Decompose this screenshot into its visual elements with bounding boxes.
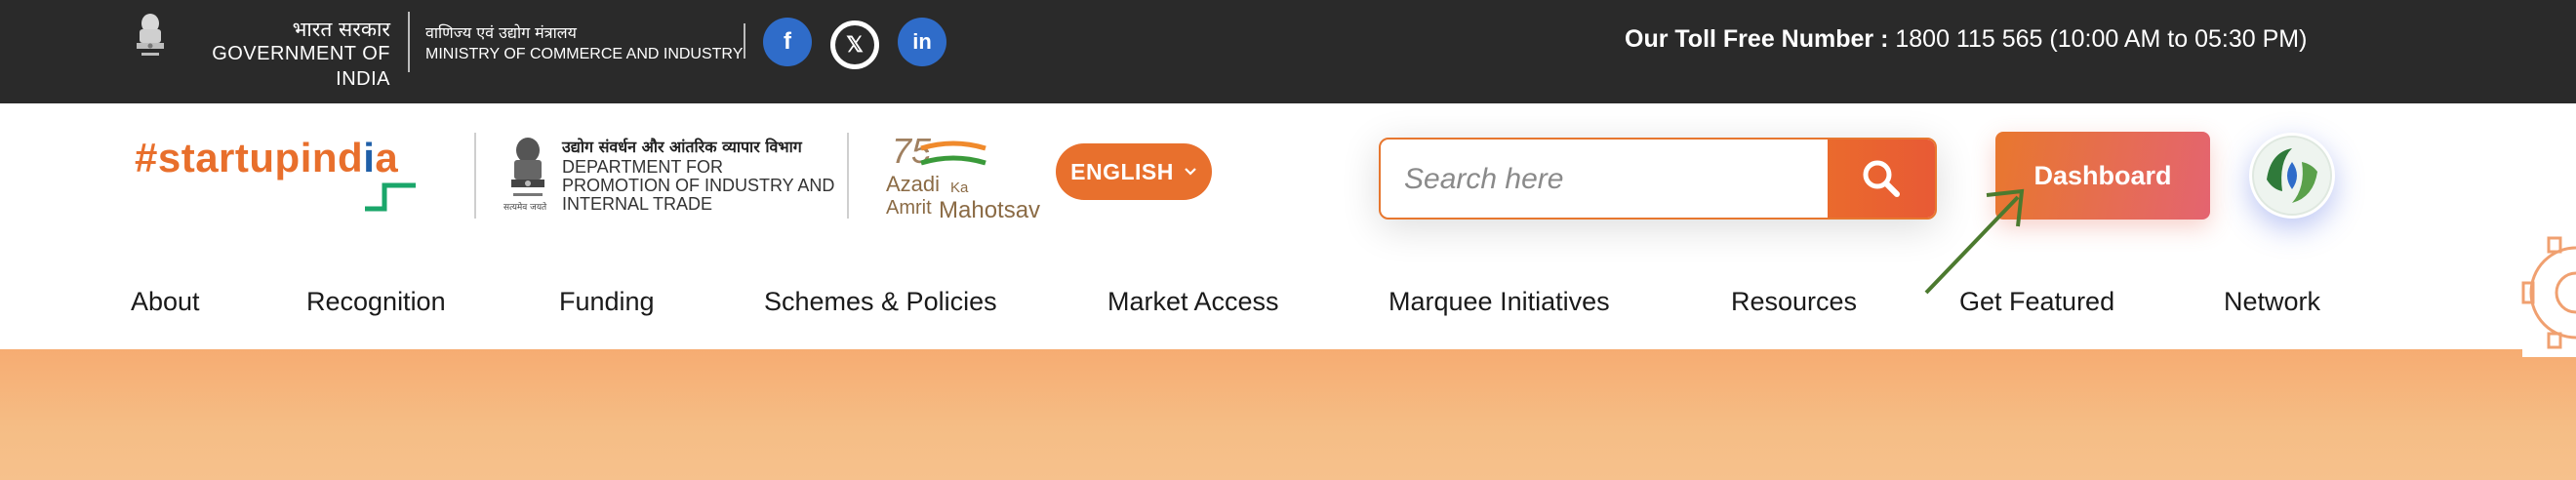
dpiit-label: उद्योग संवर्धन और आंतरिक व्यापार विभाग D… (562, 137, 855, 214)
chevron-down-icon (1185, 168, 1196, 176)
linkedin-glyph: in (912, 29, 932, 54)
user-avatar[interactable] (2249, 133, 2335, 219)
nav-get-featured[interactable]: Get Featured (1959, 287, 2114, 317)
nav-schemes-policies[interactable]: Schemes & Policies (764, 287, 997, 317)
toll-free-label: Our Toll Free Number : (1625, 25, 1889, 53)
gov-english: GOVERNMENT OF INDIA (212, 43, 390, 90)
logo-i: i (363, 135, 376, 180)
dept-line-2: PROMOTION OF INDUSTRY AND (562, 176, 835, 195)
nav-marquee-initiatives[interactable]: Marquee Initiatives (1389, 287, 1610, 317)
logo-stairs-icon (365, 182, 416, 212)
nav-recognition[interactable]: Recognition (306, 287, 446, 317)
dept-line-1: DEPARTMENT FOR (562, 157, 724, 177)
ministry-english: MINISTRY OF COMMERCE AND INDUSTRY (425, 46, 744, 62)
gov-of-india-label: भारत सरकार GOVERNMENT OF INDIA (174, 18, 390, 92)
nav-market-access[interactable]: Market Access (1107, 287, 1279, 317)
azadi-ka-amrit-mahotsav-logo: 75 Azadi Ka Amrit Mahotsav (880, 131, 1040, 224)
search-input[interactable] (1381, 140, 1847, 218)
divider (474, 133, 476, 219)
ministry-label: वाणिज्य एवं उद्योग मंत्रालय MINISTRY OF … (425, 23, 743, 66)
ministry-hindi: वाणिज्य एवं उद्योग मंत्रालय (425, 23, 577, 42)
search-bar (1379, 138, 1937, 220)
linkedin-icon[interactable]: in (898, 18, 946, 66)
dashboard-label: Dashboard (2033, 160, 2172, 190)
x-glyph: 𝕏 (835, 25, 874, 64)
facebook-icon[interactable]: f (763, 18, 812, 66)
nav-resources[interactable]: Resources (1731, 287, 1857, 317)
gov-hindi: भारत सरकार (292, 18, 390, 41)
facebook-glyph: f (784, 28, 791, 55)
hero-edge (2522, 349, 2576, 357)
dept-hindi: उद्योग संवर्धन और आंतरिक व्यापार विभाग (562, 138, 802, 156)
x-twitter-icon[interactable]: 𝕏 (830, 20, 879, 69)
divider (408, 12, 410, 72)
azadi-amrit: Amrit (886, 197, 932, 219)
divider (847, 133, 849, 219)
emblem-caption: सत्यमेव जयते (503, 203, 547, 213)
language-label: ENGLISH (1070, 158, 1174, 184)
azadi-ka: Ka (950, 180, 969, 196)
nav-about[interactable]: About (131, 287, 200, 317)
language-select[interactable]: ENGLISH (1056, 143, 1212, 200)
logo-a: a (375, 135, 399, 180)
national-emblem-icon (137, 14, 164, 56)
toll-free-number: 1800 115 565 (1895, 25, 2043, 53)
search-icon (1863, 160, 1900, 197)
search-button[interactable] (1828, 140, 1935, 218)
dept-line-3: INTERNAL TRADE (562, 194, 713, 214)
avatar-logo-icon (2252, 136, 2332, 216)
logo-text: #startupind (135, 135, 364, 180)
divider (744, 23, 745, 59)
gov-top-bar: भारत सरकार GOVERNMENT OF INDIA वाणिज्य ए… (0, 0, 2576, 103)
nav-network[interactable]: Network (2224, 287, 2320, 317)
azadi-mahotsav: Mahotsav (939, 197, 1041, 223)
toll-free-info: Our Toll Free Number : 1800 115 565 (10:… (1625, 25, 2307, 54)
hero-banner (0, 349, 2576, 480)
startup-india-logo[interactable]: #startupindia (135, 135, 398, 181)
main-nav: About Recognition Funding Schemes & Poli… (0, 283, 2576, 341)
annotation-arrow (1924, 188, 2025, 295)
nav-funding[interactable]: Funding (559, 287, 655, 317)
flag-swoosh-icon (920, 140, 986, 166)
azadi-word: Azadi (886, 172, 941, 196)
toll-free-hours: (10:00 AM to 05:30 PM) (2049, 25, 2308, 53)
